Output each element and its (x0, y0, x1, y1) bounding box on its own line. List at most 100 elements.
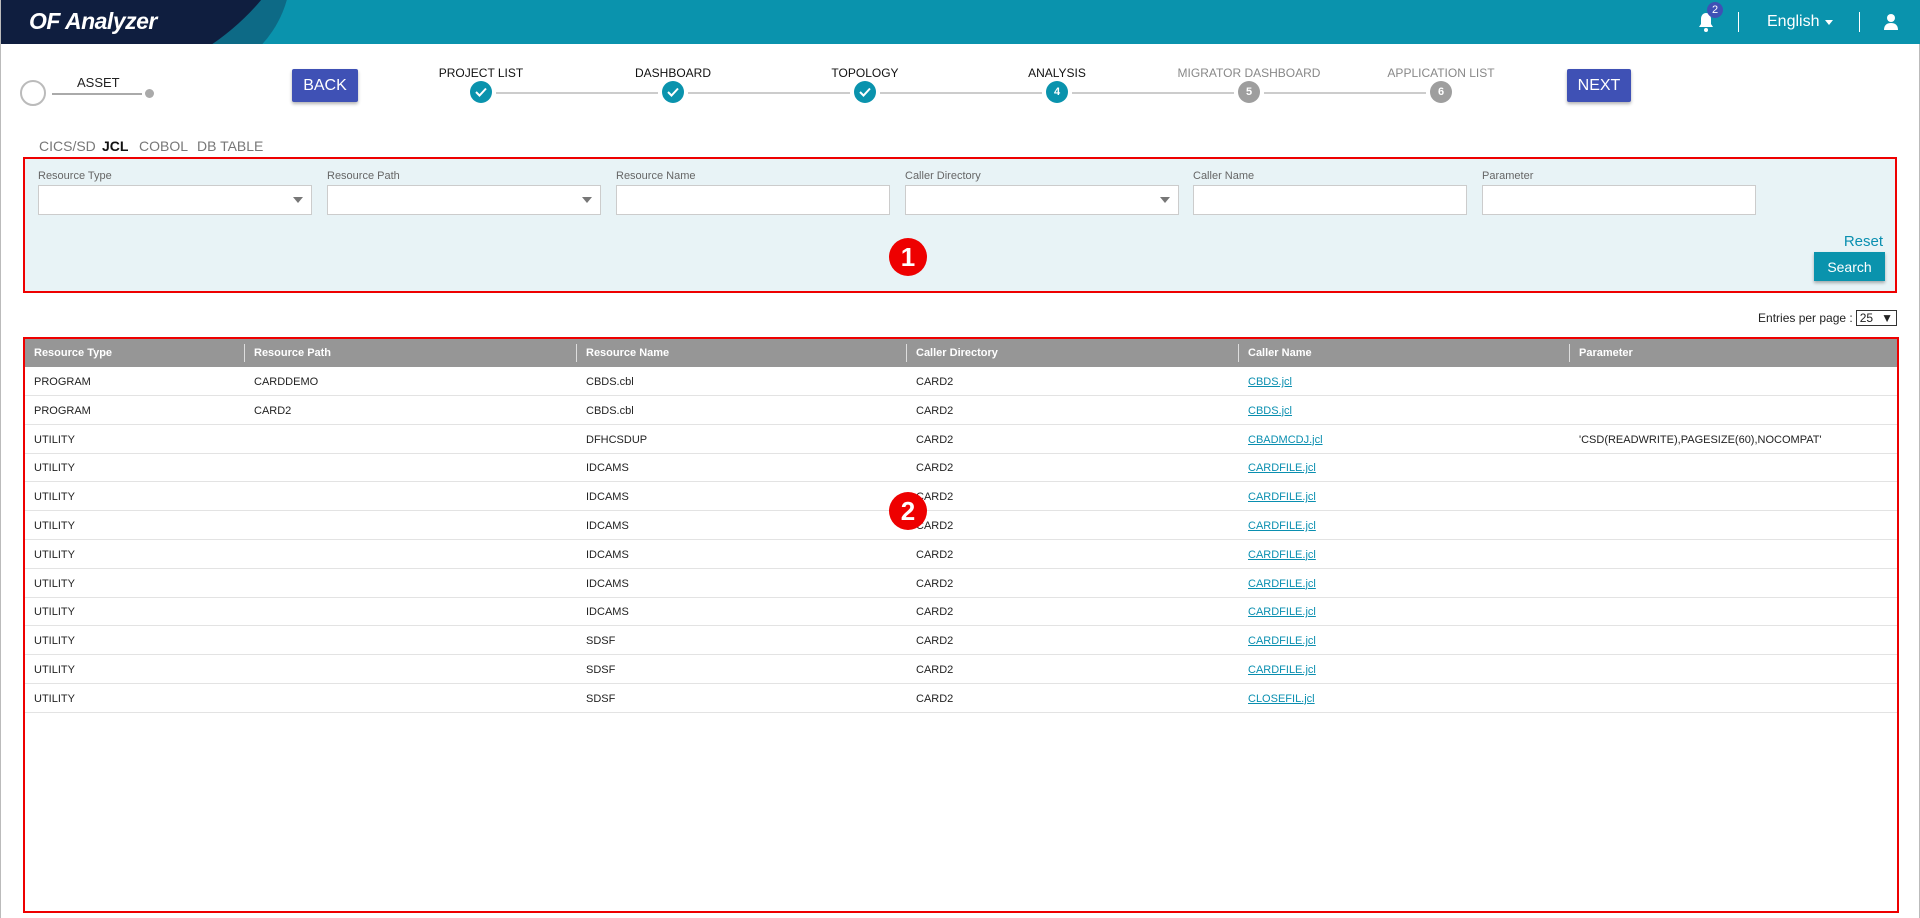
table-row: UTILITY IDCAMS CARD2 CARDFILE.jcl (25, 597, 1897, 627)
step-pending[interactable]: 6 (1430, 81, 1452, 103)
step-pending[interactable]: 5 (1238, 81, 1260, 103)
cell-caller-name[interactable]: CARDFILE.jcl (1248, 491, 1316, 503)
check-icon (859, 87, 871, 97)
column-divider[interactable] (906, 344, 907, 362)
step-label-3[interactable]: ANALYSIS (1028, 66, 1086, 80)
resource-path-select[interactable] (327, 185, 601, 215)
notification-badge: 2 (1707, 2, 1723, 18)
table-row: UTILITY SDSF CARD2 CARDFILE.jcl (25, 655, 1897, 684)
step-number: 6 (1437, 86, 1445, 98)
divider (1859, 12, 1860, 32)
column-header[interactable]: Caller Name (1248, 347, 1312, 359)
tab-jcl[interactable]: JCL (102, 138, 128, 154)
cell-caller-name[interactable]: CARDFILE.jcl (1248, 606, 1316, 618)
cell-resource-type: UTILITY (34, 548, 75, 561)
cell-caller-name[interactable]: CLOSEFIL.jcl (1248, 693, 1315, 705)
search-button[interactable]: Search (1814, 252, 1885, 281)
cell-resource-name: CBDS.cbl (586, 404, 634, 417)
cell-resource-type: UTILITY (34, 635, 75, 648)
cell-caller-directory: CARD2 (916, 635, 954, 648)
cell-caller-name[interactable]: CARDFILE.jcl (1248, 578, 1316, 590)
caller-directory-select[interactable] (905, 185, 1179, 215)
filter-label: Caller Name (1193, 170, 1255, 182)
back-button[interactable]: BACK (292, 69, 358, 102)
column-divider[interactable] (1569, 344, 1570, 362)
cell-caller-directory: CARD2 (916, 433, 954, 446)
cell-caller-directory: CARD2 (916, 548, 954, 561)
resource-name-input[interactable] (616, 185, 890, 215)
filter-label: Resource Path (327, 170, 400, 182)
entries-value: 25 (1859, 311, 1874, 325)
cell-resource-name: CBDS.cbl (586, 376, 634, 388)
table-row: UTILITY SDSF CARD2 CLOSEFIL.jcl (25, 684, 1897, 713)
asset-label: ASSET (77, 75, 120, 90)
step-label-5[interactable]: APPLICATION LIST (1387, 66, 1494, 80)
cell-resource-type: UTILITY (34, 664, 75, 676)
column-header[interactable]: Resource Path (254, 347, 331, 359)
column-header[interactable]: Resource Type (34, 347, 112, 359)
language-label: English (1767, 13, 1820, 30)
cell-caller-name[interactable]: CARDFILE.jcl (1248, 664, 1316, 676)
caller-name-input[interactable] (1193, 185, 1467, 215)
column-header[interactable]: Caller Directory (916, 347, 998, 359)
cell-caller-directory: CARD2 (916, 376, 954, 388)
cell-resource-name: IDCAMS (586, 491, 629, 504)
cell-caller-name[interactable]: CBDS.jcl (1248, 376, 1292, 388)
step-done[interactable] (854, 81, 876, 103)
cell-resource-name: IDCAMS (586, 520, 629, 532)
entries-select[interactable]: 25 ▼ (1855, 310, 1897, 326)
cell-resource-type: UTILITY (34, 433, 75, 446)
tab-cics-sd[interactable]: CICS/SD (39, 138, 96, 154)
user-icon[interactable] (1883, 13, 1899, 36)
cell-caller-name[interactable]: CBDS.jcl (1248, 405, 1292, 417)
step-label-1[interactable]: DASHBOARD (635, 66, 711, 80)
table-row: UTILITY IDCAMS CARD2 CARDFILE.jcl (25, 511, 1897, 540)
cell-resource-type: PROGRAM (34, 404, 91, 417)
cell-caller-directory: CARD2 (916, 462, 954, 475)
language-select[interactable]: English (1767, 13, 1834, 31)
resource-type-select[interactable] (38, 185, 312, 215)
cell-caller-name[interactable]: CARDFILE.jcl (1248, 520, 1316, 532)
tab-cobol[interactable]: COBOL (139, 138, 188, 154)
cell-resource-path: CARDDEMO (254, 376, 319, 388)
cell-resource-type: UTILITY (34, 462, 75, 475)
annotation-marker-2: 2 (889, 492, 927, 530)
column-divider[interactable] (244, 344, 245, 362)
column-divider[interactable] (576, 344, 577, 362)
cell-resource-name: SDSF (586, 664, 616, 676)
step-connector (496, 92, 658, 94)
step-label-2[interactable]: TOPOLOGY (831, 66, 898, 80)
step-active[interactable]: 4 (1046, 81, 1068, 103)
caret-down-icon (1825, 19, 1834, 25)
tab-db-table[interactable]: DB TABLE (197, 138, 263, 154)
step-label-4[interactable]: MIGRATOR DASHBOARD (1178, 66, 1321, 80)
cell-caller-name[interactable]: CARDFILE.jcl (1248, 635, 1316, 647)
column-header[interactable]: Parameter (1579, 347, 1633, 359)
app-logo[interactable]: OF Analyzer (29, 8, 157, 35)
cell-caller-directory: CARD2 (916, 664, 954, 676)
chevron-down-icon: ▼ (1881, 311, 1893, 325)
cell-caller-name[interactable]: CBADMCDJ.jcl (1248, 434, 1323, 446)
next-button[interactable]: NEXT (1567, 69, 1631, 102)
parameter-input[interactable] (1482, 185, 1756, 215)
cell-caller-name[interactable]: CARDFILE.jcl (1248, 549, 1316, 561)
cell-resource-name: SDSF (586, 635, 616, 648)
asset-toggle-circle[interactable] (20, 80, 46, 106)
cell-caller-name[interactable]: CARDFILE.jcl (1248, 462, 1316, 474)
check-icon (667, 87, 679, 97)
cell-resource-type: UTILITY (34, 692, 75, 705)
column-header[interactable]: Resource Name (586, 347, 669, 359)
step-label-0[interactable]: PROJECT LIST (439, 66, 523, 80)
caret-down-icon (293, 197, 303, 203)
cell-resource-type: UTILITY (34, 491, 75, 504)
reset-link[interactable]: Reset (1844, 233, 1883, 250)
cell-caller-directory: CARD2 (916, 577, 954, 590)
step-number: 4 (1053, 86, 1061, 98)
asset-line (52, 93, 142, 95)
step-done[interactable] (662, 81, 684, 103)
step-done[interactable] (470, 81, 492, 103)
column-divider[interactable] (1238, 344, 1239, 362)
table-row: UTILITY IDCAMS CARD2 CARDFILE.jcl (25, 540, 1897, 569)
cell-resource-name: IDCAMS (586, 577, 629, 590)
filter-label: Resource Name (616, 170, 696, 182)
